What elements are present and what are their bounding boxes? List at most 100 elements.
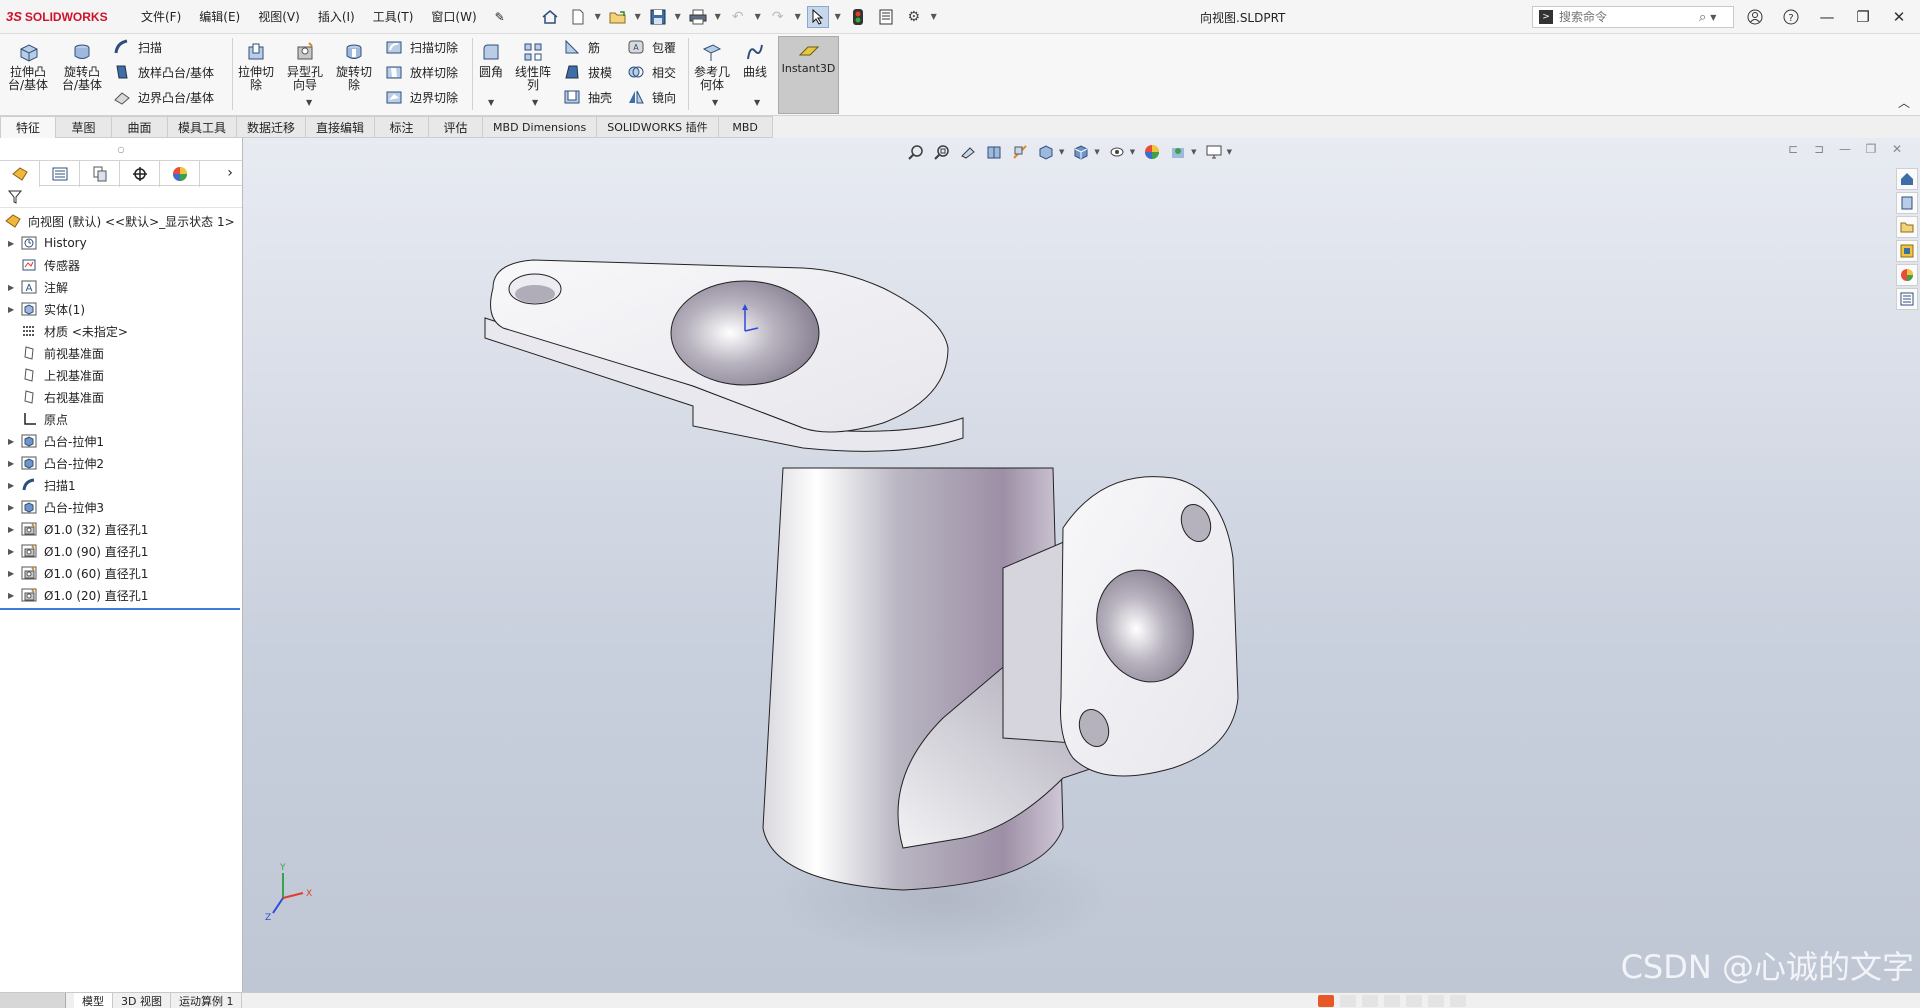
tree-root-part[interactable]: 向视图 (默认) <<默认>_显示状态 1> bbox=[0, 210, 242, 232]
sweep-button[interactable]: 扫描 bbox=[112, 36, 162, 58]
chevron-down-icon[interactable]: ▼ bbox=[714, 6, 722, 28]
view-palette-icon[interactable] bbox=[1896, 240, 1918, 262]
wrap-button[interactable]: A 包覆 bbox=[626, 36, 676, 58]
appearances-scenes-icon[interactable] bbox=[1896, 264, 1918, 286]
tray-icon[interactable] bbox=[1450, 995, 1466, 1007]
configuration-manager-tab-icon[interactable] bbox=[80, 161, 120, 187]
tree-item[interactable]: ▶ A 注解 bbox=[0, 276, 242, 298]
hole-wizard-button[interactable]: 异型孔 向导 bbox=[287, 40, 323, 92]
tree-item[interactable]: ▶ 扫描1 bbox=[0, 474, 242, 496]
expand-arrow-icon[interactable]: ▶ bbox=[8, 525, 20, 534]
chevron-down-icon[interactable]: ▼ bbox=[834, 6, 842, 28]
chevron-right-icon[interactable]: › bbox=[218, 161, 242, 185]
expand-arrow-icon[interactable]: ▶ bbox=[8, 481, 20, 490]
open-folder-icon[interactable] bbox=[607, 6, 629, 28]
home-icon[interactable] bbox=[539, 6, 561, 28]
chevron-down-icon[interactable]: ▼ bbox=[930, 6, 938, 28]
expand-arrow-icon[interactable]: ▶ bbox=[8, 547, 20, 556]
tray-icon[interactable] bbox=[1340, 995, 1356, 1007]
draft-button[interactable]: 拔模 bbox=[562, 61, 612, 83]
fillet-button[interactable]: 圆角 bbox=[478, 40, 504, 79]
tree-item[interactable]: ▶ Ø1.0 (20) 直径孔1 bbox=[0, 584, 242, 606]
pin-icon[interactable]: ✎ bbox=[495, 10, 505, 24]
menu-edit[interactable]: 编辑(E) bbox=[199, 8, 240, 25]
linear-pattern-button[interactable]: 线性阵 列 bbox=[515, 40, 551, 92]
feature-manager-tab-icon[interactable] bbox=[0, 161, 40, 187]
tab-sketch[interactable]: 草图 bbox=[56, 116, 112, 138]
chevron-down-icon[interactable]: ▼ bbox=[532, 98, 538, 107]
menu-window[interactable]: 窗口(W) bbox=[431, 8, 476, 25]
tab-surfaces[interactable]: 曲面 bbox=[112, 116, 168, 138]
rebuild-icon[interactable] bbox=[847, 6, 869, 28]
select-cursor-icon[interactable] bbox=[806, 5, 829, 28]
solidworks-resources-icon[interactable] bbox=[1896, 168, 1918, 190]
expand-arrow-icon[interactable]: ▶ bbox=[8, 305, 20, 314]
filter-icon[interactable] bbox=[0, 186, 242, 208]
panel-grip-icon[interactable]: ○ bbox=[0, 138, 242, 160]
tab-mold-tools[interactable]: 模具工具 bbox=[168, 116, 238, 138]
extrude-cut-button[interactable]: 拉伸切 除 bbox=[238, 40, 274, 92]
boundary-boss-button[interactable]: 边界凸台/基体 bbox=[112, 86, 214, 108]
tab-direct-editing[interactable]: 直接编辑 bbox=[306, 116, 376, 138]
chevron-down-icon[interactable]: ▼ bbox=[712, 98, 718, 107]
tree-item[interactable]: 材质 <未指定> bbox=[0, 320, 242, 342]
chevron-down-icon[interactable]: ▼ bbox=[794, 6, 802, 28]
graphics-area[interactable]: ▼ ▼ ▼ ▼ ▼ ⊏ ⊐ — ❐ ✕ Y X Z CSDN @心诚的文字 bbox=[243, 138, 1920, 992]
account-icon[interactable] bbox=[1742, 6, 1768, 28]
save-icon[interactable] bbox=[647, 6, 669, 28]
expand-arrow-icon[interactable]: ▶ bbox=[8, 239, 20, 248]
rib-button[interactable]: 筋 bbox=[562, 36, 600, 58]
tab-mbd-dimensions[interactable]: MBD Dimensions bbox=[483, 116, 598, 138]
help-icon[interactable]: ? bbox=[1778, 6, 1804, 28]
part-model[interactable]: Y X Z bbox=[243, 138, 1920, 992]
custom-properties-icon[interactable] bbox=[1896, 288, 1918, 310]
solidworks-logo[interactable]: 3S SOLIDWORKS bbox=[6, 9, 132, 24]
tree-item[interactable]: ▶ 实体(1) bbox=[0, 298, 242, 320]
expand-arrow-icon[interactable]: ▶ bbox=[8, 591, 20, 600]
chevron-down-icon[interactable]: ▼ bbox=[488, 98, 494, 107]
tray-icon[interactable] bbox=[1362, 995, 1378, 1007]
chevron-down-icon[interactable]: ▼ bbox=[674, 6, 682, 28]
chevron-down-icon[interactable]: ▼ bbox=[1710, 13, 1716, 22]
chevron-down-icon[interactable]: ▼ bbox=[306, 98, 312, 107]
chevron-down-icon[interactable]: ▼ bbox=[754, 6, 762, 28]
tree-item[interactable]: ▶ 凸台-拉伸1 bbox=[0, 430, 242, 452]
chevron-down-icon[interactable]: ▼ bbox=[634, 6, 642, 28]
tree-item[interactable]: ▶ History bbox=[0, 232, 242, 254]
dimxpert-tab-icon[interactable] bbox=[120, 161, 160, 187]
options-gear-icon[interactable]: ⚙ bbox=[903, 6, 925, 28]
tree-item[interactable]: 传感器 bbox=[0, 254, 242, 276]
menu-insert[interactable]: 插入(I) bbox=[318, 8, 355, 25]
tray-icon[interactable] bbox=[1384, 995, 1400, 1007]
file-explorer-icon[interactable] bbox=[1896, 216, 1918, 238]
loft-boss-button[interactable]: 放样凸台/基体 bbox=[112, 61, 214, 83]
collapse-ribbon-icon[interactable]: ︿ bbox=[1898, 94, 1910, 111]
chevron-down-icon[interactable]: ▼ bbox=[594, 6, 602, 28]
extrude-boss-button[interactable]: 拉伸凸 台/基体 bbox=[8, 40, 48, 92]
tab-motion-study[interactable]: 运动算例 1 bbox=[171, 992, 243, 1008]
tree-item[interactable]: ▶ Ø1.0 (90) 直径孔1 bbox=[0, 540, 242, 562]
lofted-cut-button[interactable]: 放样切除 bbox=[384, 61, 458, 83]
file-properties-icon[interactable] bbox=[875, 6, 897, 28]
design-library-icon[interactable] bbox=[1896, 192, 1918, 214]
tree-item[interactable]: ▶ 凸台-拉伸3 bbox=[0, 496, 242, 518]
property-manager-tab-icon[interactable] bbox=[40, 161, 80, 187]
expand-arrow-icon[interactable]: ▶ bbox=[8, 459, 20, 468]
tab-markup[interactable]: 标注 bbox=[375, 116, 430, 138]
search-input[interactable] bbox=[1559, 10, 1699, 24]
tray-icon[interactable] bbox=[1428, 995, 1444, 1007]
tree-item[interactable]: ▶ Ø1.0 (60) 直径孔1 bbox=[0, 562, 242, 584]
menu-view[interactable]: 视图(V) bbox=[258, 8, 300, 25]
mirror-button[interactable]: 镜向 bbox=[626, 86, 676, 108]
redo-icon[interactable]: ↷ bbox=[767, 6, 789, 28]
print-icon[interactable] bbox=[687, 6, 709, 28]
tab-features[interactable]: 特征 bbox=[0, 116, 56, 138]
menu-file[interactable]: 文件(F) bbox=[141, 8, 181, 25]
tree-item[interactable]: 上视基准面 bbox=[0, 364, 242, 386]
new-document-icon[interactable] bbox=[567, 6, 589, 28]
tree-item[interactable]: 原点 bbox=[0, 408, 242, 430]
revolve-boss-button[interactable]: 旋转凸 台/基体 bbox=[62, 40, 102, 92]
instant3d-button[interactable]: Instant3D bbox=[778, 36, 839, 114]
reference-geometry-button[interactable]: 参考几 何体 bbox=[694, 40, 730, 92]
restore-icon[interactable]: ❐ bbox=[1850, 6, 1876, 28]
